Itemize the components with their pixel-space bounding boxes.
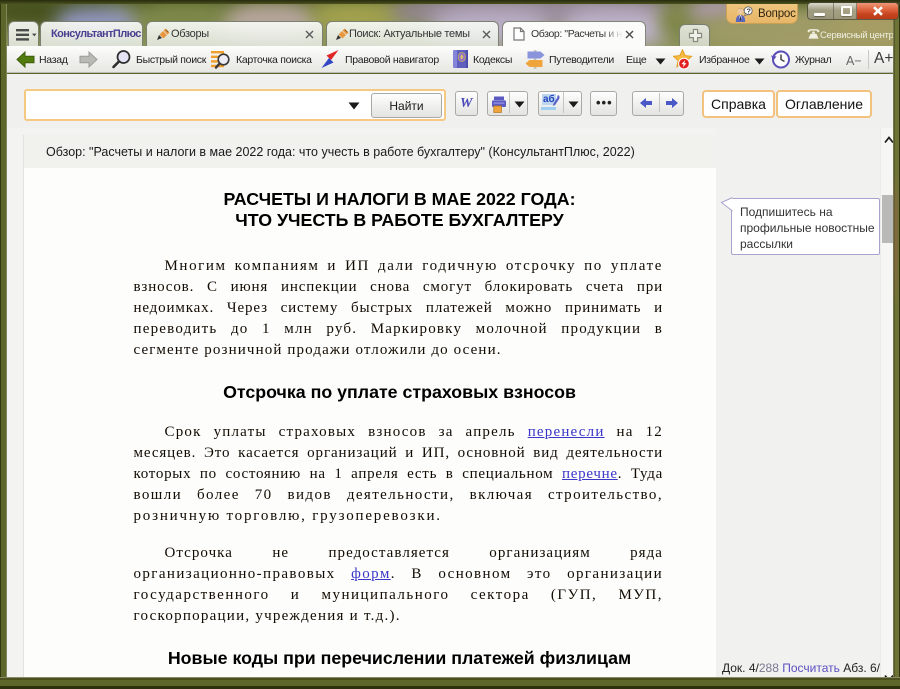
svg-text:?: ? (746, 7, 751, 16)
